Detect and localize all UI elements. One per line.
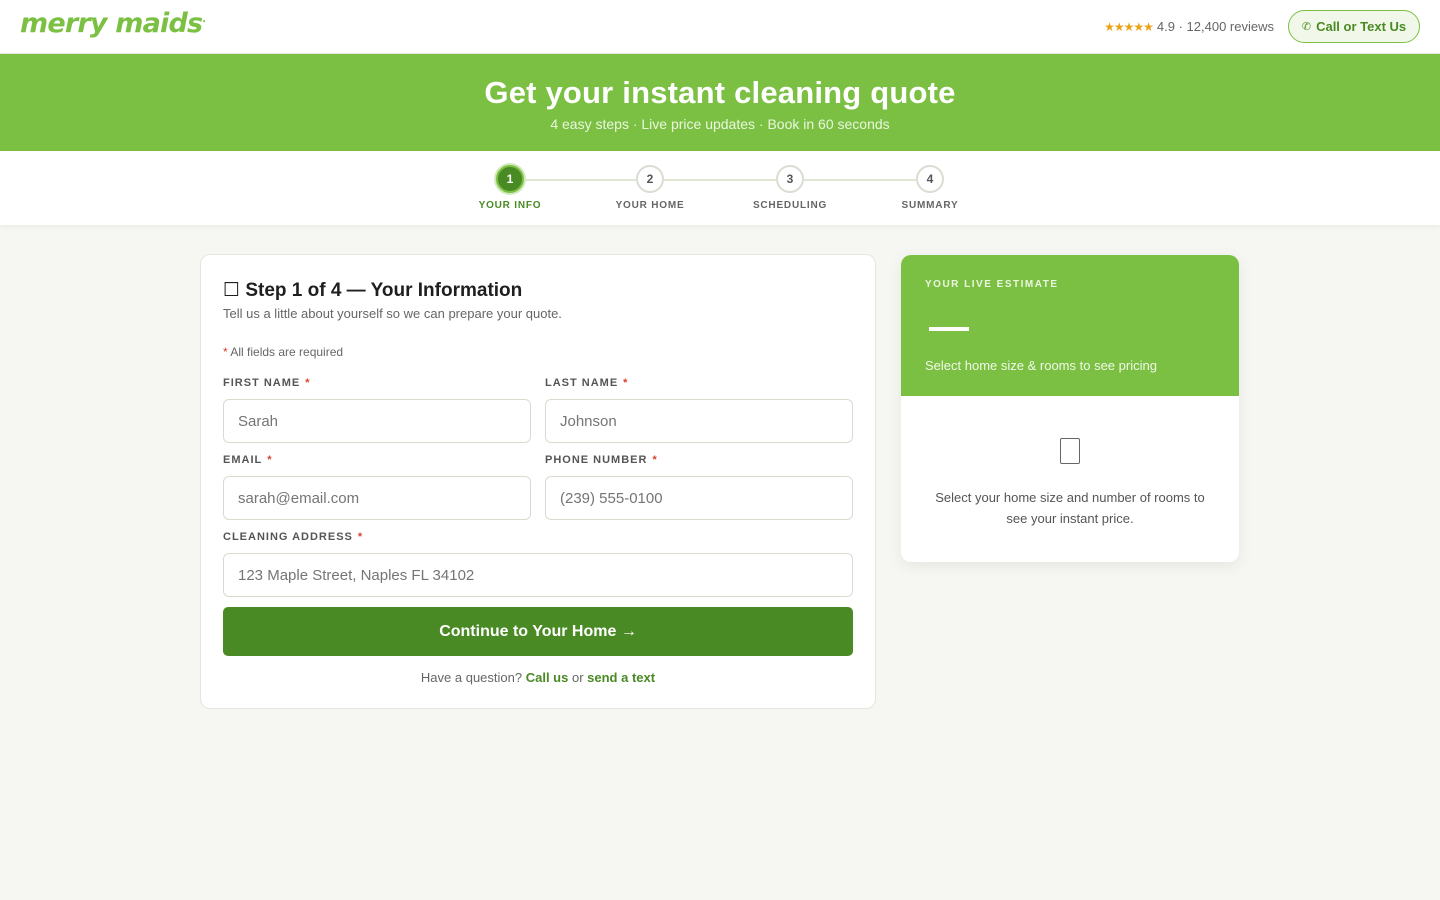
step-label: SUMMARY [901, 200, 959, 211]
step-summary[interactable]: 4 SUMMARY [880, 165, 980, 211]
phone-label: PHONE NUMBER * [545, 454, 853, 470]
step-number: 4 [916, 165, 944, 193]
email-input[interactable] [223, 476, 531, 520]
address-group: CLEANING ADDRESS * [223, 531, 853, 597]
last-name-label-text: LAST NAME [545, 377, 619, 389]
hero-subtitle: 4 easy steps · Live price updates · Book… [550, 116, 890, 132]
step-label: YOUR INFO [478, 200, 542, 211]
last-name-input[interactable] [545, 399, 853, 443]
phone-icon: ✆ [1301, 21, 1312, 33]
send-text-link[interactable]: send a text [587, 670, 655, 685]
form-subtitle: Tell us a little about yourself so we ca… [223, 306, 562, 321]
rating-summary: ★★★★★ 4.9 · 12,400 reviews [1104, 19, 1274, 34]
email-group: EMAIL * [223, 454, 531, 520]
continue-button[interactable]: Continue to Your Home → [223, 607, 853, 656]
first-name-label: FIRST NAME * [223, 377, 531, 393]
last-name-label: LAST NAME * [545, 377, 853, 393]
last-name-group: LAST NAME * [545, 377, 853, 443]
estimate-hint: Select home size & rooms to see pricing [925, 358, 1157, 373]
hero-banner: Get your instant cleaning quote 4 easy s… [0, 54, 1440, 151]
first-name-group: FIRST NAME * [223, 377, 531, 443]
required-fields-note: * All fields are required [223, 345, 343, 359]
logo-text: merry maids [20, 8, 203, 39]
address-label: CLEANING ADDRESS * [223, 531, 853, 547]
address-label-text: CLEANING ADDRESS [223, 531, 353, 543]
step-number: 2 [636, 165, 664, 193]
phone-input[interactable] [545, 476, 853, 520]
step-number: 1 [496, 165, 524, 193]
required-asterisk: * [267, 454, 273, 466]
call-button-label: Call or Text Us [1316, 19, 1407, 34]
step-label: SCHEDULING [752, 200, 828, 211]
cleaning-address-input[interactable] [223, 553, 853, 597]
required-asterisk: * [223, 345, 228, 359]
form-title: ☐ Step 1 of 4 — Your Information [223, 279, 522, 302]
rating-stars-icon: ★★★★★ [1104, 20, 1154, 34]
help-prefix: Have a question? [420, 670, 523, 685]
help-or: or [571, 670, 584, 685]
logo-mark: . [202, 14, 206, 25]
help-line: Have a question? Call us or send a text [201, 670, 875, 685]
merry-maids-logo[interactable]: merry maids. [20, 8, 206, 39]
estimate-kicker: YOUR LIVE ESTIMATE [925, 279, 1059, 290]
phone-group: PHONE NUMBER * [545, 454, 853, 520]
estimate-instructions: Select your home size and number of room… [935, 490, 1205, 526]
step-your-info[interactable]: 1 YOUR INFO [460, 165, 560, 211]
estimate-header: YOUR LIVE ESTIMATE Select home size & ro… [901, 255, 1239, 396]
call-us-link[interactable]: Call us [526, 670, 569, 685]
required-asterisk: * [305, 377, 311, 389]
progress-stepper: 1 YOUR INFO 2 YOUR HOME 3 SCHEDULING 4 S… [0, 151, 1440, 225]
rating-text: 4.9 · 12,400 reviews [1156, 19, 1274, 34]
step-label: YOUR HOME [615, 200, 685, 211]
step-scheduling[interactable]: 3 SCHEDULING [740, 165, 840, 211]
call-or-text-button[interactable]: ✆ Call or Text Us [1288, 10, 1420, 43]
required-asterisk: * [623, 377, 629, 389]
estimate-placeholder-price [929, 327, 969, 331]
your-information-form: ☐ Step 1 of 4 — Your Information Tell us… [200, 254, 876, 709]
site-header: merry maids. ★★★★★ 4.9 · 12,400 reviews ✆… [0, 0, 1440, 54]
home-icon [1060, 438, 1080, 464]
step-number: 3 [776, 165, 804, 193]
required-note-text: All fields are required [230, 345, 344, 359]
phone-label-text: PHONE NUMBER [545, 454, 648, 466]
required-asterisk: * [357, 531, 364, 543]
required-asterisk: * [652, 454, 658, 466]
person-icon: ☐ [223, 280, 241, 301]
page-title: Get your instant cleaning quote [484, 75, 956, 110]
live-estimate-card: YOUR LIVE ESTIMATE Select home size & ro… [901, 255, 1239, 562]
form-title-text: Step 1 of 4 — Your Information [245, 280, 523, 301]
email-label: EMAIL * [223, 454, 531, 470]
first-name-label-text: FIRST NAME [223, 377, 301, 389]
first-name-input[interactable] [223, 399, 531, 443]
step-your-home[interactable]: 2 YOUR HOME [600, 165, 700, 211]
email-label-text: EMAIL [223, 454, 263, 466]
